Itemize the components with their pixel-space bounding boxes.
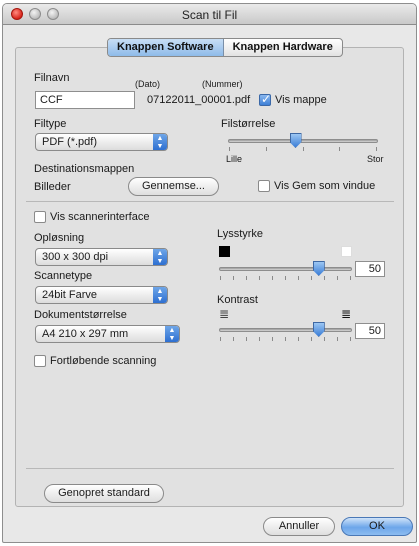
contrast-slider-track[interactable] bbox=[219, 328, 352, 332]
show-save-window-checkbox[interactable] bbox=[258, 180, 270, 192]
number-label: (Nummer) bbox=[202, 79, 243, 89]
show-save-window-label: Vis Gem som vindue bbox=[274, 180, 376, 192]
popup-arrows-icon: ▲ ▼ bbox=[153, 134, 167, 150]
filetype-label: Filtype bbox=[34, 118, 67, 130]
contrast-slider-knob[interactable] bbox=[312, 322, 325, 337]
browse-button[interactable]: Gennemse... bbox=[128, 177, 219, 196]
tab-control: Knappen Software Knappen Hardware bbox=[107, 38, 343, 57]
scanner-interface-checkbox[interactable] bbox=[34, 211, 46, 223]
filename-input[interactable]: CCF bbox=[35, 91, 135, 109]
resolution-select[interactable]: 300 x 300 dpi ▲ ▼ bbox=[35, 248, 168, 266]
scan-type-select[interactable]: 24bit Farve ▲ ▼ bbox=[35, 286, 168, 304]
document-size-select[interactable]: A4 210 x 297 mm ▲ ▼ bbox=[35, 325, 180, 343]
filesize-min-label: Lille bbox=[226, 154, 243, 164]
resolution-label: Opløsning bbox=[34, 232, 85, 244]
scan-type-selected-value: 24bit Farve bbox=[42, 289, 98, 301]
restore-default-button[interactable]: Genopret standard bbox=[44, 484, 164, 503]
date-label: (Dato) bbox=[135, 79, 161, 89]
light-square-icon bbox=[341, 246, 352, 257]
popup-arrows-icon: ▲ ▼ bbox=[165, 326, 179, 342]
continuous-scan-checkbox[interactable] bbox=[34, 355, 46, 367]
filetype-select[interactable]: PDF (*.pdf) ▲ ▼ bbox=[35, 133, 168, 151]
dark-square-icon bbox=[219, 246, 230, 257]
resolution-selected-value: 300 x 300 dpi bbox=[42, 251, 109, 263]
section-divider bbox=[26, 201, 394, 202]
cancel-button[interactable]: Annuller bbox=[263, 517, 335, 536]
destination-label: Destinationsmappen bbox=[34, 163, 135, 175]
show-folder-label: Vis mappe bbox=[275, 94, 327, 106]
contrast-value-field[interactable]: 50 bbox=[355, 323, 385, 339]
document-size-selected-value: A4 210 x 297 mm bbox=[42, 328, 129, 340]
filesize-label: Filstørrelse bbox=[221, 118, 276, 130]
scanner-interface-label: Vis scannerinterface bbox=[50, 211, 150, 223]
bottom-divider bbox=[26, 468, 394, 469]
low-contrast-icon: ≣ bbox=[219, 307, 230, 321]
filename-label: Filnavn bbox=[34, 72, 70, 84]
document-size-label: Dokumentstørrelse bbox=[34, 309, 127, 321]
contrast-label: Kontrast bbox=[217, 294, 258, 306]
brightness-slider-knob[interactable] bbox=[312, 261, 325, 276]
scan-to-file-dialog: Scan til Fil Knappen Software Knappen Ha… bbox=[2, 3, 417, 543]
contrast-ticks bbox=[220, 337, 351, 341]
filesize-ticks bbox=[229, 147, 377, 151]
show-folder-checkbox[interactable] bbox=[259, 92, 271, 106]
title-bar[interactable]: Scan til Fil bbox=[3, 4, 416, 25]
high-contrast-icon: ≣ bbox=[341, 307, 352, 321]
continuous-scan-label: Fortløbende scanning bbox=[50, 355, 157, 367]
filesize-slider-knob[interactable] bbox=[289, 133, 302, 148]
tab-hardware-button[interactable]: Knappen Hardware bbox=[224, 39, 342, 56]
popup-arrows-icon: ▲ ▼ bbox=[153, 249, 167, 265]
filename-suffix: 07122011_00001.pdf bbox=[147, 94, 251, 106]
filetype-selected-value: PDF (*.pdf) bbox=[42, 136, 98, 148]
tab-software-button[interactable]: Knappen Software bbox=[108, 39, 224, 56]
destination-folder-value: Billeder bbox=[34, 181, 71, 193]
ok-button[interactable]: OK bbox=[341, 517, 413, 536]
filesize-slider-track[interactable] bbox=[228, 139, 378, 143]
popup-arrows-icon: ▲ ▼ bbox=[153, 287, 167, 303]
filesize-max-label: Stor bbox=[367, 154, 384, 164]
window-title: Scan til Fil bbox=[181, 8, 238, 22]
brightness-slider-track[interactable] bbox=[219, 267, 352, 271]
scan-type-label: Scannetype bbox=[34, 270, 93, 282]
settings-panel: Filnavn (Dato) (Nummer) CCF 07122011_000… bbox=[15, 47, 404, 507]
brightness-ticks bbox=[220, 276, 351, 280]
brightness-label: Lysstyrke bbox=[217, 228, 264, 240]
brightness-value-field[interactable]: 50 bbox=[355, 261, 385, 277]
